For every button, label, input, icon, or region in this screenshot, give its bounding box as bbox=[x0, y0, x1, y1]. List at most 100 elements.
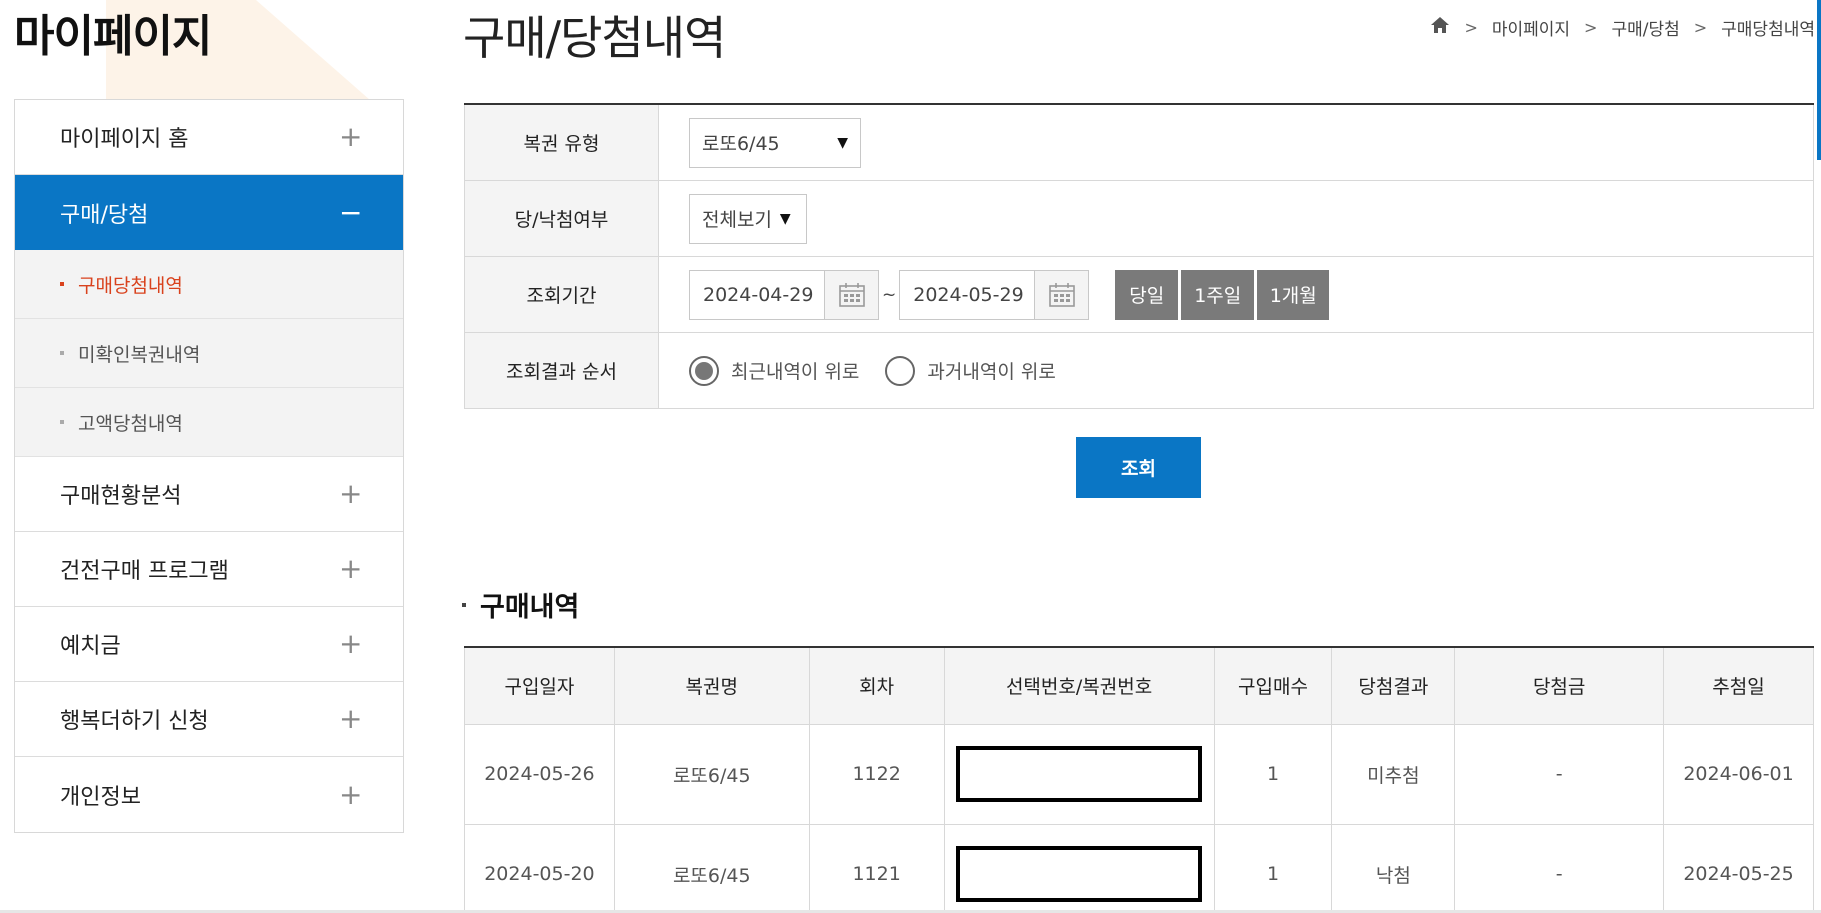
draw-date-cell: 2024-06-01 bbox=[1663, 723, 1814, 825]
win-status-select[interactable]: 전체보기 ▼ bbox=[689, 193, 807, 244]
column-header: 구입매수 bbox=[1213, 647, 1333, 725]
lottery-type-label: 복권 유형 bbox=[464, 105, 659, 180]
sidebar-item-label: 구매현황분석 bbox=[60, 484, 182, 509]
breadcrumb-item[interactable]: 구매/당첨 bbox=[1611, 15, 1679, 40]
section-title-text: 구매내역 bbox=[480, 592, 580, 623]
sidebar: 마이페이지 홈 + 구매/당첨 − 구매당첨내역 미확인복권내역 고액당첨내역 … bbox=[14, 99, 404, 833]
plus-icon: + bbox=[339, 552, 363, 585]
lottery-type-select[interactable]: 로또6/45 ▼ bbox=[689, 117, 861, 168]
form-row-order: 조회결과 순서 최근내역이 위로 과거내역이 위로 bbox=[464, 333, 1814, 409]
page-title: 구매/당첨내역 bbox=[463, 11, 726, 65]
sidebar-subitem-label: 미확인복권내역 bbox=[78, 343, 201, 366]
sidebar-item-label: 마이페이지 홈 bbox=[60, 127, 189, 152]
sidebar-item-label: 건전구매 프로그램 bbox=[60, 559, 229, 584]
order-recent-label: 최근내역이 위로 bbox=[731, 361, 860, 383]
radio-checked-icon[interactable] bbox=[689, 355, 719, 386]
sidebar-item-label: 구매/당첨 bbox=[60, 202, 149, 228]
start-date-field[interactable]: 2024-04-29 bbox=[689, 269, 879, 320]
breadcrumb-item: 구매당첨내역 bbox=[1721, 20, 1815, 40]
home-icon[interactable] bbox=[1430, 16, 1450, 39]
prize-cell: - bbox=[1454, 723, 1665, 825]
sidebar-item-mypage-home[interactable]: 마이페이지 홈 + bbox=[15, 100, 403, 175]
redacted-box bbox=[956, 846, 1203, 902]
sidebar-item-deposit[interactable]: 예치금 + bbox=[15, 607, 403, 682]
breadcrumb-item[interactable]: 마이페이지 bbox=[1492, 15, 1570, 40]
minus-icon: − bbox=[339, 195, 363, 229]
sidebar-subitem-high-prize[interactable]: 고액당첨내역 bbox=[15, 388, 403, 457]
table-header-row: 구입일자 복권명 회차 선택번호/복권번호 구입매수 당첨결과 당첨금 추첨일 bbox=[464, 647, 1814, 725]
sidebar-item-healthy-program[interactable]: 건전구매 프로그램 + bbox=[15, 532, 403, 607]
table-row: 2024-05-26 로또6/45 1122 1 미추첨 - 2024-06-0… bbox=[464, 723, 1814, 825]
search-form: 복권 유형 로또6/45 ▼ 당/낙첨여부 전체보기 ▼ 조회기간 2024-0… bbox=[464, 103, 1814, 409]
search-button[interactable]: 조회 bbox=[1076, 437, 1201, 498]
caret-down-icon: ▼ bbox=[779, 210, 791, 227]
start-date-value[interactable]: 2024-04-29 bbox=[690, 271, 824, 319]
purchase-date-cell: 2024-05-20 bbox=[464, 823, 615, 913]
order-past-radio[interactable]: 과거내역이 위로 bbox=[885, 355, 1056, 386]
sidebar-title: 마이페이지 bbox=[14, 11, 212, 62]
column-header: 회차 bbox=[808, 647, 945, 725]
win-status-value: 전체보기 bbox=[702, 209, 772, 231]
calendar-icon[interactable] bbox=[1034, 270, 1089, 319]
period-today-button[interactable]: 당일 bbox=[1115, 269, 1179, 320]
sidebar-item-personal-info[interactable]: 개인정보 + bbox=[15, 757, 403, 832]
ticket-number-cell[interactable] bbox=[943, 723, 1215, 825]
caret-down-icon: ▼ bbox=[837, 134, 848, 151]
order-recent-radio[interactable]: 최근내역이 위로 bbox=[689, 355, 860, 386]
prize-cell: - bbox=[1454, 823, 1665, 913]
form-row-period: 조회기간 2024-04-29 ~ 2024-05-29 당일 1주일 1개월 bbox=[464, 257, 1814, 333]
chevron-right-icon: > bbox=[1464, 18, 1478, 37]
sidebar-item-label: 행복더하기 신청 bbox=[60, 709, 209, 734]
sidebar-subitem-unconfirmed[interactable]: 미확인복권내역 bbox=[15, 319, 403, 388]
order-past-label: 과거내역이 위로 bbox=[927, 361, 1056, 383]
calendar-icon[interactable] bbox=[824, 270, 878, 319]
form-row-lottery-type: 복권 유형 로또6/45 ▼ bbox=[464, 105, 1814, 181]
count-cell: 1 bbox=[1213, 823, 1333, 913]
plus-icon: + bbox=[339, 702, 363, 735]
round-cell: 1122 bbox=[808, 723, 945, 825]
column-header: 복권명 bbox=[613, 647, 810, 725]
scrollbar-thumb[interactable] bbox=[1817, 0, 1821, 160]
round-cell: 1121 bbox=[808, 823, 945, 913]
count-cell: 1 bbox=[1213, 723, 1333, 825]
plus-icon: + bbox=[339, 477, 363, 510]
period-month-button[interactable]: 1개월 bbox=[1257, 269, 1330, 320]
radio-unchecked-icon[interactable] bbox=[885, 355, 916, 386]
redacted-box bbox=[956, 746, 1203, 802]
sidebar-item-label: 개인정보 bbox=[60, 784, 141, 810]
end-date-field[interactable]: 2024-05-29 bbox=[899, 269, 1090, 320]
plus-icon: + bbox=[339, 120, 363, 153]
sidebar-item-purchase-analysis[interactable]: 구매현황분석 + bbox=[15, 457, 403, 532]
lottery-type-value: 로또6/45 bbox=[702, 133, 780, 155]
bullet-icon bbox=[462, 602, 466, 607]
order-label: 조회결과 순서 bbox=[464, 333, 659, 408]
section-title: 구매내역 bbox=[462, 585, 579, 624]
table-row: 2024-05-20 로또6/45 1121 1 낙첨 - 2024-05-25 bbox=[464, 823, 1814, 913]
column-header: 당첨결과 bbox=[1331, 647, 1456, 725]
sidebar-submenu: 구매당첨내역 미확인복권내역 고액당첨내역 bbox=[15, 250, 403, 457]
ticket-number-cell[interactable] bbox=[943, 823, 1215, 913]
sidebar-subitem-label: 구매당첨내역 bbox=[78, 274, 183, 297]
column-header: 선택번호/복권번호 bbox=[943, 647, 1215, 725]
sidebar-item-purchase-win[interactable]: 구매/당첨 − bbox=[15, 175, 403, 250]
date-range-separator: ~ bbox=[882, 284, 897, 305]
form-row-win-status: 당/낙첨여부 전체보기 ▼ bbox=[464, 181, 1814, 257]
column-header: 구입일자 bbox=[464, 647, 615, 725]
period-week-button[interactable]: 1주일 bbox=[1181, 269, 1255, 320]
end-date-value[interactable]: 2024-05-29 bbox=[900, 271, 1034, 319]
chevron-right-icon: > bbox=[1693, 18, 1708, 37]
result-cell: 낙첨 bbox=[1331, 823, 1456, 913]
lottery-name-cell: 로또6/45 bbox=[613, 823, 810, 913]
sidebar-subitem-purchase-history[interactable]: 구매당첨내역 bbox=[15, 250, 403, 319]
sidebar-item-happiness-apply[interactable]: 행복더하기 신청 + bbox=[15, 682, 403, 757]
plus-icon: + bbox=[339, 777, 363, 811]
win-status-label: 당/낙첨여부 bbox=[464, 181, 659, 256]
purchase-table: 구입일자 복권명 회차 선택번호/복권번호 구입매수 당첨결과 당첨금 추첨일 … bbox=[464, 646, 1814, 913]
column-header: 추첨일 bbox=[1663, 647, 1814, 725]
draw-date-cell: 2024-05-25 bbox=[1663, 823, 1814, 913]
chevron-right-icon: > bbox=[1584, 18, 1598, 37]
sidebar-subitem-label: 고액당첨내역 bbox=[78, 412, 183, 435]
period-label: 조회기간 bbox=[464, 257, 659, 332]
column-header: 당첨금 bbox=[1454, 647, 1665, 725]
lottery-name-cell: 로또6/45 bbox=[613, 723, 810, 825]
